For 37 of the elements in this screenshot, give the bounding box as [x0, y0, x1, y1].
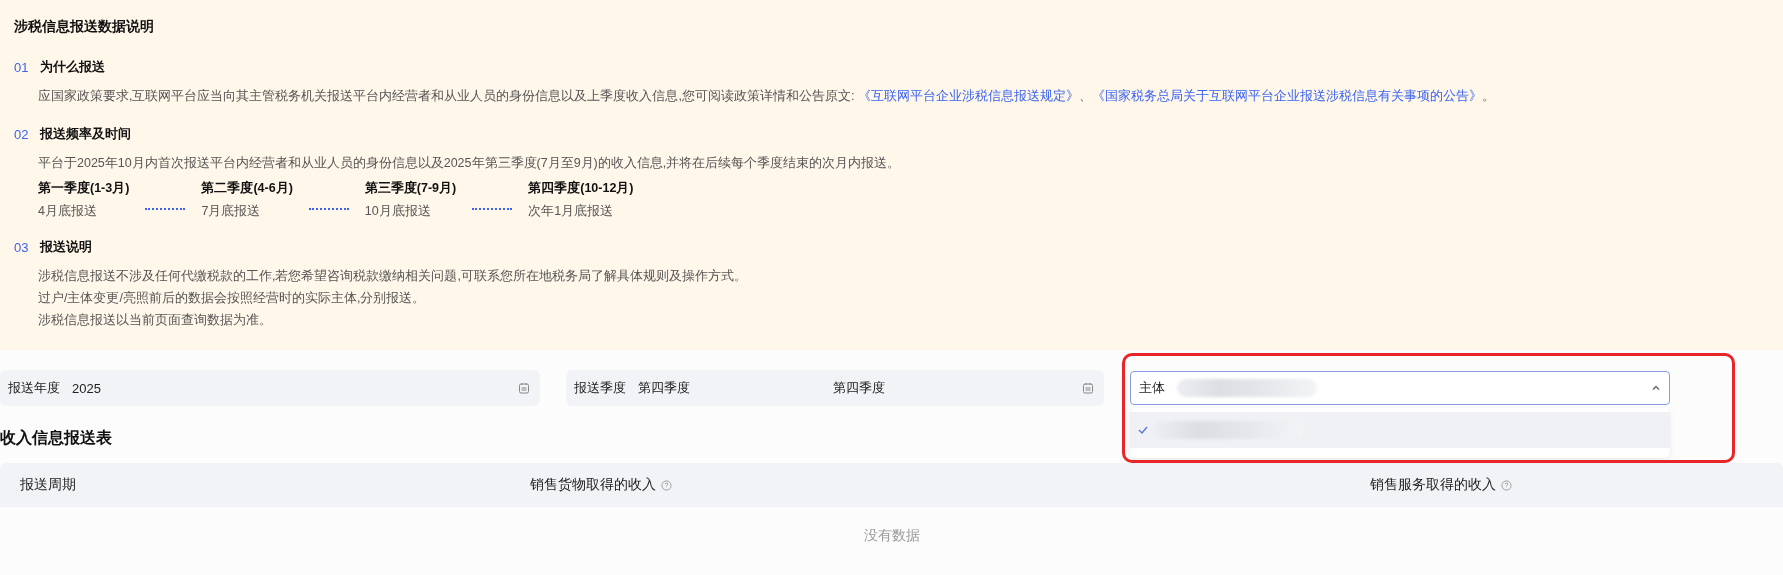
column-header: 报送周期: [20, 476, 76, 494]
calendar-icon: [1082, 382, 1094, 394]
section-heading: 报送说明: [40, 238, 92, 256]
year-field[interactable]: 报送年度 2025: [0, 370, 540, 406]
calendar-icon: [518, 382, 530, 394]
chevron-icon: [1651, 383, 1661, 393]
help-icon[interactable]: [661, 479, 672, 491]
section-heading: 为什么报送: [40, 58, 105, 76]
deadline-text: 4月底报送: [38, 203, 98, 220]
column-header: 销售货物取得的收入: [530, 476, 656, 494]
dropdown-option[interactable]: [1130, 412, 1670, 448]
table-title: 收入信息报送表: [0, 428, 112, 448]
deadline-text: 次年1月底报送: [528, 203, 615, 220]
section-text: 应国家政策要求,互联网平台应当向其主管税务机关报送平台内经营者和从业人员的身份信息以及上季度收入信息,您可阅读政策详情和公告原文: 《互联网平台企业涉税信息报送规定》、《国家税务总局关于互联网平台企业报送涉税信息有关事项的公告》。: [38, 88, 1496, 105]
section-text: 平台于2025年10月内首次报送平台内经营者和从业人员的身份信息以及2025年第三季度(7月至9月)的收入信息,并将在后续每个季度结束的次月内报送。: [38, 155, 902, 172]
section-heading: 报送频率及时间: [40, 125, 131, 143]
check-icon: [1138, 426, 1148, 434]
section-text: 过户/主体变更/亮照前后的数据会按照经营时的实际主体,分别报送。: [38, 290, 427, 307]
deadline-text: 7月底报送: [201, 203, 262, 220]
column-header: 销售服务取得的收入: [1370, 476, 1496, 494]
notice-title: 涉税信息报送数据说明: [14, 18, 155, 36]
section-text: 涉税信息报送以当前页面查询数据为准。: [38, 312, 273, 329]
section-number: 03: [14, 239, 28, 255]
quarter-range-field[interactable]: 报送季度 第四季度 第四季度: [566, 370, 1104, 406]
section-number: 01: [14, 59, 28, 75]
quarter-label: 第四季度(10-12月): [528, 180, 634, 197]
quarter-label: 第一季度(1-3月): [38, 180, 130, 197]
quarter-label: 第二季度(4-6月): [201, 180, 293, 197]
section-number: 02: [14, 126, 28, 142]
subject-select[interactable]: 主体: [1130, 371, 1670, 405]
policy-link[interactable]: 《国家税务总局关于互联网平台企业报送涉税信息有关事项的公告》: [1091, 89, 1482, 103]
quarter-label: 第三季度(7-9月): [364, 180, 457, 197]
empty-text: 没有数据: [863, 527, 920, 545]
section-text: 涉税信息报送不涉及任何代缴税款的工作,若您希望咨询税款缴纳相关问题,可联系您所在地税务局了解具体规则及操作方式。: [38, 268, 748, 285]
help-icon[interactable]: [1501, 479, 1512, 491]
deadline-text: 10月底报送: [364, 203, 432, 220]
policy-link[interactable]: 《互联网平台企业涉税信息报送规定》: [857, 89, 1079, 103]
